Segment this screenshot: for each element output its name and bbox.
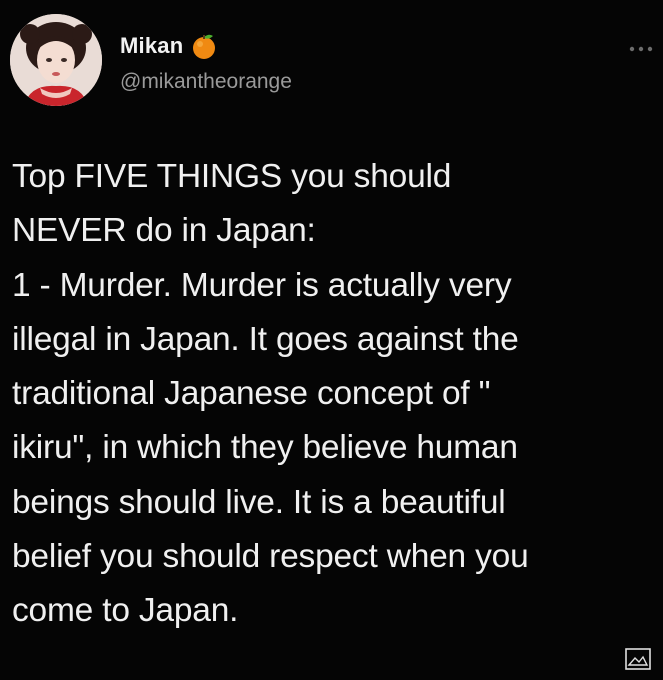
tweet-text-line: beings should live. It is a beautiful xyxy=(12,483,506,521)
more-options-icon[interactable] xyxy=(628,40,654,52)
orange-icon xyxy=(191,32,217,60)
tweet-text: Top FIVE THINGS you should NEVER do in J… xyxy=(12,150,652,639)
tweet-card: Mikan @mikantheorange Top FIVE THINGS yo… xyxy=(0,0,663,680)
tweet-text-line: traditional Japanese concept of " xyxy=(12,375,491,413)
avatar[interactable] xyxy=(10,14,102,106)
author-name-row[interactable]: Mikan xyxy=(120,32,217,60)
avatar-image xyxy=(10,14,102,106)
tweet-text-line: belief you should respect when you xyxy=(12,538,529,576)
tweet-text-line: illegal in Japan. It goes against the xyxy=(12,320,519,358)
tweet-text-line: 1 - Murder. Murder is actually very xyxy=(12,266,512,304)
author-display-name[interactable]: Mikan xyxy=(120,33,183,59)
tweet-text-line: ikiru", in which they believe human xyxy=(12,429,518,467)
tweet-text-line: Top FIVE THINGS you should xyxy=(12,158,452,195)
tweet-text-line: come to Japan. xyxy=(12,592,239,630)
tweet-text-line: NEVER do in Japan: xyxy=(12,212,316,250)
image-icon[interactable] xyxy=(625,648,651,670)
tweet-header: Mikan @mikantheorange xyxy=(8,10,653,114)
author-handle[interactable]: @mikantheorange xyxy=(120,70,292,94)
